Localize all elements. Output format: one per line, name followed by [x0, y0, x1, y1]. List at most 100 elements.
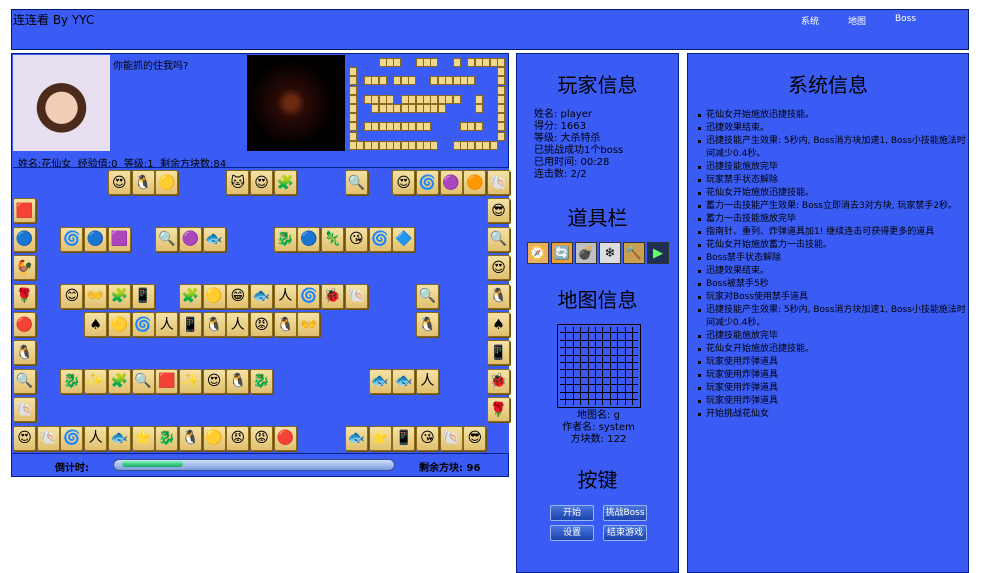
board-tile[interactable]: 🔵 — [297, 226, 321, 252]
board-tile[interactable]: 📱 — [178, 312, 202, 337]
challenge-boss-button[interactable]: 挑战Boss — [603, 505, 647, 521]
board-tile[interactable]: 🐧 — [273, 312, 297, 337]
board-tile[interactable]: 👐 — [84, 283, 108, 309]
board-tile[interactable]: 🐉 — [155, 425, 179, 451]
board-tile[interactable]: 🧩 — [273, 170, 297, 195]
board-tile[interactable]: 📱 — [392, 425, 416, 451]
board-tile[interactable]: 😍 — [13, 425, 36, 451]
board-tile[interactable]: 🔍 — [415, 283, 439, 309]
board-tile[interactable]: 🌀 — [131, 312, 155, 337]
board-tile[interactable]: 🐟 — [344, 425, 368, 451]
board-tile[interactable]: 🟥 — [155, 368, 179, 394]
board-tile[interactable]: 🐚 — [36, 425, 60, 451]
board-tile[interactable]: 🌹 — [487, 397, 510, 423]
board-tile[interactable]: 🟡 — [107, 312, 131, 337]
board-tile[interactable]: 🐟 — [107, 425, 131, 451]
board-tile[interactable]: 🐉 — [250, 368, 273, 394]
board-tile[interactable]: 🟪 — [107, 226, 131, 252]
board-tile[interactable]: 🐟 — [392, 368, 416, 394]
board-tile[interactable]: 🐓 — [13, 255, 36, 281]
board-tile[interactable]: 🐞 — [487, 368, 510, 394]
board-tile[interactable]: 🟡 — [202, 283, 226, 309]
board-tile[interactable]: 🐧 — [226, 368, 250, 394]
board-tile[interactable]: 🔴 — [13, 312, 36, 337]
board-tile[interactable]: 🐧 — [487, 283, 510, 309]
board-tile[interactable]: 😍 — [202, 368, 226, 394]
board-tile[interactable]: 🔵 — [13, 226, 36, 252]
board-tile[interactable]: 人 — [155, 312, 179, 337]
board-tile[interactable]: ✨ — [84, 368, 108, 394]
board-tile[interactable]: 🐟 — [250, 283, 273, 309]
board-tile[interactable]: 😍 — [487, 255, 510, 281]
board-tile[interactable]: 🔍 — [155, 226, 179, 252]
board-tile[interactable]: 🔷 — [392, 226, 416, 252]
board-tile[interactable]: 🔵 — [84, 226, 108, 252]
board-tile[interactable]: 🟥 — [13, 198, 36, 224]
board-tile[interactable]: 🟣 — [178, 226, 202, 252]
board-tile[interactable]: 😊 — [60, 283, 84, 309]
board-tile[interactable]: 😡 — [250, 425, 273, 451]
board-tile[interactable]: ♠ — [84, 312, 108, 337]
menu-map[interactable]: 地图 — [848, 14, 866, 27]
board-tile[interactable]: 人 — [84, 425, 108, 451]
board-tile[interactable]: 😁 — [226, 283, 250, 309]
bomb-icon[interactable]: 💣 — [575, 242, 597, 264]
board-tile[interactable]: 🟡 — [202, 425, 226, 451]
board-tile[interactable]: 人 — [226, 312, 250, 337]
board-tile[interactable]: 🦎 — [321, 226, 345, 252]
settings-button[interactable]: 设置 — [550, 525, 594, 541]
board-tile[interactable]: 😡 — [226, 425, 250, 451]
refresh-icon[interactable]: 🔄 — [551, 242, 573, 264]
start-button[interactable]: 开始 — [550, 505, 594, 521]
board-tile[interactable]: 👐 — [297, 312, 321, 337]
board-tile[interactable]: 🐚 — [344, 283, 368, 309]
board-tile[interactable]: ♠ — [487, 312, 510, 337]
board-tile[interactable]: 🌀 — [60, 226, 84, 252]
board-tile[interactable]: 🌀 — [368, 226, 392, 252]
hammer-icon[interactable]: 🔨 — [623, 242, 645, 264]
board-tile[interactable]: 😍 — [392, 170, 416, 195]
board-tile[interactable]: 人 — [415, 368, 439, 394]
board-tile[interactable]: 🐉 — [273, 226, 297, 252]
board-tile[interactable]: 🐧 — [202, 312, 226, 337]
board-tile[interactable]: 🐱 — [226, 170, 250, 195]
board-tile[interactable]: 🟡 — [155, 170, 179, 195]
board-tile[interactable]: 🐧 — [415, 312, 439, 337]
board-tile[interactable]: 🌀 — [60, 425, 84, 451]
board-tile[interactable]: 😍 — [107, 170, 131, 195]
board-tile[interactable]: 🐚 — [439, 425, 463, 451]
game-board[interactable]: 😍 🐧 🟡 🐱 😍 🧩 🔍 😍 🌀 🟣 🟠 🐚 🟥 😎 🔵 🌀 🔵 🟪 🔍 🟣 🐟 🐉 🔵 🦎 😘 🌀 🔷 🔍 🐓 😍 🌹 😊 👐 🧩 📱 🧩 🟡 😁 🐟 人… — [13, 167, 510, 454]
board-tile[interactable]: 🐟 — [368, 368, 392, 394]
board-tile[interactable]: ✨ — [178, 368, 202, 394]
board-tile[interactable]: 🔍 — [344, 170, 368, 195]
board-tile[interactable]: 🐚 — [13, 397, 36, 423]
board-tile[interactable]: 🌀 — [297, 283, 321, 309]
board-tile[interactable]: 🔍 — [487, 226, 510, 252]
board-tile[interactable]: 🔍 — [131, 368, 155, 394]
board-tile[interactable]: ⭐ — [131, 425, 155, 451]
freeze-icon[interactable]: ❄ — [599, 242, 621, 264]
compass-icon[interactable]: 🧭 — [527, 242, 549, 264]
end-game-button[interactable]: 结束游戏 — [603, 525, 647, 541]
board-tile[interactable]: 😘 — [415, 425, 439, 451]
board-tile[interactable]: 😍 — [250, 170, 273, 195]
board-tile[interactable]: 人 — [273, 283, 297, 309]
board-tile[interactable]: 🐧 — [131, 170, 155, 195]
board-tile[interactable]: 🔍 — [13, 368, 36, 394]
board-tile[interactable]: 🐧 — [178, 425, 202, 451]
board-tile[interactable]: 🐧 — [13, 340, 36, 366]
board-tile[interactable]: 😘 — [344, 226, 368, 252]
board-tile[interactable]: 🟠 — [463, 170, 487, 195]
board-tile[interactable]: 📱 — [131, 283, 155, 309]
board-tile[interactable]: 🌀 — [415, 170, 439, 195]
menu-system[interactable]: 系统 — [801, 14, 819, 27]
menu-boss[interactable]: Boss — [895, 14, 916, 24]
double-arrow-icon[interactable]: ▶ — [647, 242, 669, 264]
board-tile[interactable]: 🧩 — [107, 368, 131, 394]
board-tile[interactable]: 🌹 — [13, 283, 36, 309]
board-tile[interactable]: 😡 — [250, 312, 273, 337]
board-tile[interactable]: 😎 — [463, 425, 487, 451]
board-tile[interactable]: 😎 — [487, 198, 510, 224]
board-tile[interactable]: 🔴 — [273, 425, 297, 451]
board-tile[interactable]: 🧩 — [107, 283, 131, 309]
